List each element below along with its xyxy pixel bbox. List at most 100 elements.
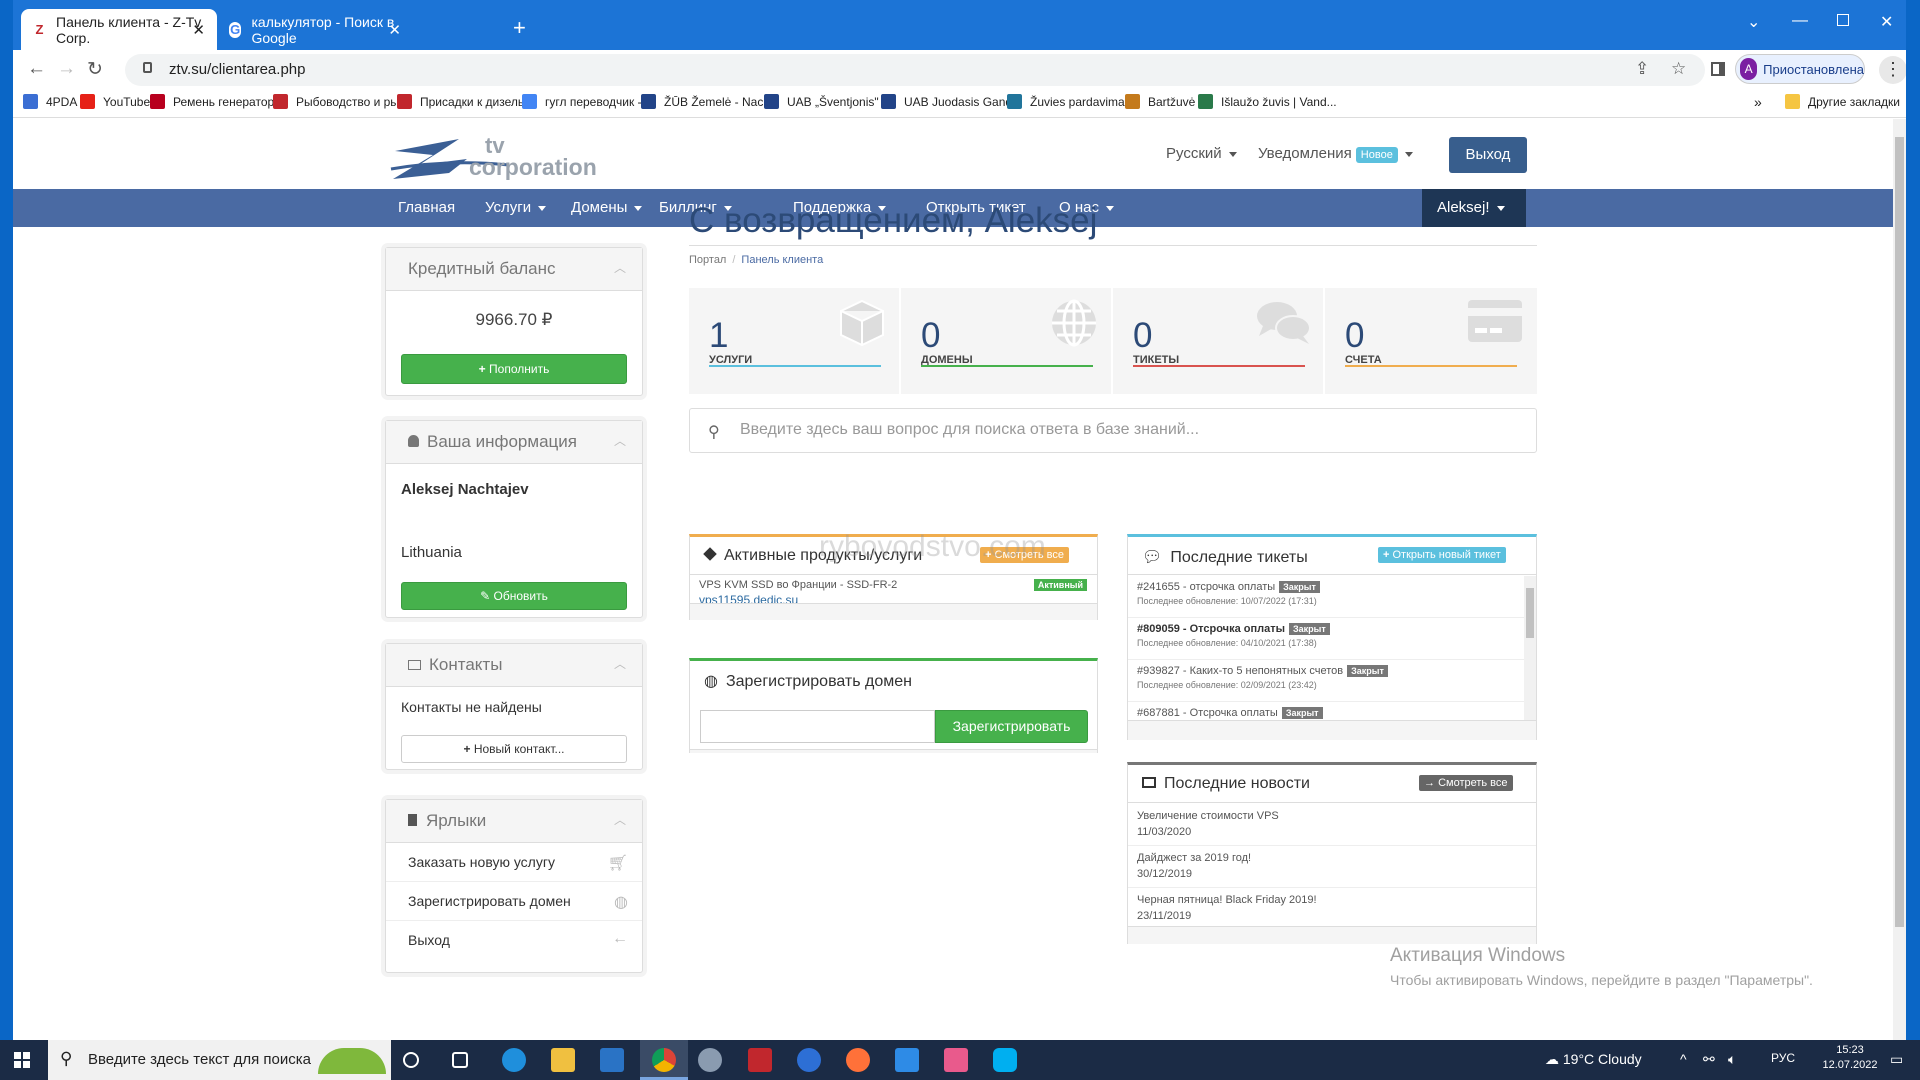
reload-icon[interactable]: ↻: [87, 58, 103, 81]
skype-icon[interactable]: [993, 1048, 1017, 1072]
nav-item[interactable]: Домены: [571, 199, 643, 216]
new-tab-button[interactable]: +: [513, 17, 526, 39]
chevron-up-icon[interactable]: ︿: [614, 432, 626, 449]
bookmark-item[interactable]: Ремень генератор...: [150, 94, 284, 109]
edge-icon[interactable]: [502, 1048, 526, 1072]
other-bookmarks[interactable]: Другие закладки: [1785, 94, 1900, 109]
network-icon[interactable]: ⚯: [1703, 1051, 1715, 1068]
ticket-row[interactable]: #687881 - Отсрочка оплатыЗакрытПоследнее…: [1128, 702, 1524, 720]
stat-domains[interactable]: 0 ДОМЕНЫ: [901, 288, 1113, 394]
bookmark-item[interactable]: UAB Juodasis Gand...: [881, 94, 1022, 109]
breadcrumb-current: Панель клиента: [741, 254, 824, 266]
new-contact-button[interactable]: + Новый контакт...: [401, 735, 627, 763]
tab-close-icon[interactable]: ✕: [192, 21, 205, 39]
volume-icon[interactable]: 🔈︎: [1728, 1051, 1736, 1068]
maximize-icon[interactable]: [1837, 14, 1849, 26]
bookmark-item[interactable]: гугл переводчик -...: [522, 94, 652, 109]
shortcut-order-service[interactable]: Заказать новую услугу 🛒︎: [386, 844, 642, 882]
app-icon[interactable]: [797, 1048, 821, 1072]
bookmark-item[interactable]: Žuvies pardavimas...: [1007, 94, 1141, 109]
back-arrow-icon[interactable]: ←: [27, 58, 46, 80]
bookmark-star-icon[interactable]: ☆: [1671, 59, 1686, 79]
stat-services[interactable]: 1 УСЛУГИ: [689, 288, 901, 394]
news-item[interactable]: Увеличение стоимости VPS 11/03/2020: [1128, 804, 1536, 846]
notification-center-icon[interactable]: ▭: [1890, 1051, 1903, 1068]
browser-menu-icon[interactable]: ⋮: [1879, 56, 1906, 84]
scroll-thumb[interactable]: [1526, 588, 1534, 638]
add-funds-button[interactable]: + Пополнить: [401, 354, 627, 384]
forward-arrow-icon[interactable]: →: [57, 58, 76, 80]
clock[interactable]: 15:23 12.07.2022: [1818, 1044, 1882, 1071]
stat-tickets[interactable]: 0 ТИКЕТЫ: [1113, 288, 1325, 394]
tray-chevron-icon[interactable]: ^: [1680, 1051, 1687, 1067]
tab-search-icon[interactable]: ⌄: [1747, 12, 1760, 32]
bookmark-item[interactable]: YouTube: [80, 94, 150, 109]
filezilla-icon[interactable]: [748, 1048, 772, 1072]
weather-text: 19°C Cloudy: [1562, 1051, 1642, 1067]
user-menu[interactable]: Aleksej!: [1422, 189, 1526, 227]
bookmark-item[interactable]: Bartžuvė: [1125, 94, 1195, 109]
minimize-icon[interactable]: —: [1792, 12, 1808, 30]
bookmark-label: UAB „Šventjonis" -...: [787, 94, 896, 109]
firefox-icon[interactable]: [846, 1048, 870, 1072]
taskbar-search-input[interactable]: ⚲ Введите здесь текст для поиска: [48, 1040, 391, 1080]
chevron-up-icon[interactable]: ︿: [614, 811, 626, 828]
nav-item[interactable]: Главная: [398, 199, 455, 216]
cortana-icon[interactable]: [403, 1052, 419, 1068]
bookmark-item[interactable]: Рыбоводство и ры...: [273, 94, 409, 109]
stat-invoices[interactable]: 0 СЧЕТА: [1325, 288, 1537, 394]
store-icon[interactable]: [600, 1048, 624, 1072]
bookmark-item[interactable]: UAB „Šventjonis" -...: [764, 94, 896, 109]
ztv-logo[interactable]: tv corporation: [389, 129, 619, 191]
file-explorer-icon[interactable]: [551, 1048, 575, 1072]
close-window-icon[interactable]: ✕: [1880, 12, 1893, 32]
mail-icon[interactable]: [895, 1048, 919, 1072]
news-item[interactable]: Дайджест за 2019 год! 30/12/2019: [1128, 846, 1536, 888]
breadcrumb-portal[interactable]: Портал: [689, 254, 726, 266]
input-language[interactable]: РУС: [1771, 1051, 1795, 1065]
open-new-ticket-button[interactable]: + Открыть новый тикет: [1378, 547, 1506, 563]
page-scrollbar[interactable]: [1893, 119, 1906, 1040]
address-bar[interactable]: ztv.su/clientarea.php ⇪ ☆: [125, 54, 1705, 86]
app-icon[interactable]: [944, 1048, 968, 1072]
your-info-panel: Ваша информация ︿ Aleksej Nachtajev Lithu…: [385, 420, 643, 618]
news-item[interactable]: Черная пятница! Black Friday 2019! 23/11/…: [1128, 888, 1536, 930]
logout-button[interactable]: Выход: [1449, 137, 1527, 173]
more-bookmarks-chevron-icon[interactable]: »: [1754, 94, 1762, 110]
notifications-dropdown[interactable]: Уведомления Новое: [1258, 145, 1413, 163]
windows-start-icon[interactable]: [14, 1052, 30, 1068]
task-view-icon[interactable]: [452, 1052, 468, 1068]
bookmark-item[interactable]: Присадки к дизель...: [397, 94, 534, 109]
tab-google-search[interactable]: G калькулятор - Поиск в Google ✕: [217, 9, 413, 50]
chevron-up-icon[interactable]: ︿: [614, 259, 626, 276]
ticket-row[interactable]: #241655 - отсрочка оплаты Закрыт Последнее…: [1128, 576, 1524, 618]
scroll-thumb[interactable]: [1895, 137, 1904, 927]
news-list: Увеличение стоимости VPS 11/03/2020 Дайдже…: [1128, 804, 1536, 932]
bookmark-item[interactable]: ŽŪB Žemelė - Naci...: [641, 94, 776, 109]
chrome-taskbar-button[interactable]: [640, 1040, 688, 1080]
shortcut-logout[interactable]: Выход ←: [386, 922, 642, 960]
share-icon[interactable]: ⇪: [1635, 59, 1649, 79]
domain-input[interactable]: [700, 710, 935, 743]
weather-widget[interactable]: ☁ 19°C Cloudy: [1545, 1051, 1642, 1068]
shortcut-register-domain[interactable]: Зарегистрировать домен ◍: [386, 883, 642, 921]
side-panel-icon[interactable]: [1711, 62, 1725, 76]
ticket-row[interactable]: #809059 - Отсрочка оплаты Закрыт Последнее…: [1128, 618, 1524, 660]
bookmark-item[interactable]: Išlaužo žuvis | Vand...: [1198, 94, 1337, 109]
plus-icon: +: [1383, 549, 1390, 561]
nav-item[interactable]: Услуги: [485, 199, 547, 216]
app-icon[interactable]: [698, 1048, 722, 1072]
update-info-button[interactable]: ✎ Обновить: [401, 582, 627, 610]
chevron-up-icon[interactable]: ︿: [614, 655, 626, 672]
ticket-row[interactable]: #939827 - Каких-то 5 непонятных счетов За…: [1128, 660, 1524, 702]
tab-close-icon[interactable]: ✕: [388, 21, 401, 39]
language-dropdown[interactable]: Русский: [1166, 145, 1237, 162]
kb-search-input[interactable]: ⚲ Введите здесь ваш вопрос для поиска от…: [689, 408, 1537, 453]
register-domain-button[interactable]: Зарегистрировать: [935, 710, 1088, 743]
bookmark-item[interactable]: 4PDA: [23, 94, 77, 109]
profile-button[interactable]: A Приостановлена: [1735, 54, 1865, 84]
tab-client-area[interactable]: Z Панель клиента - Z-Tv Corp. ✕: [21, 9, 217, 50]
url-text[interactable]: ztv.su/clientarea.php: [169, 61, 305, 78]
view-all-news-button[interactable]: → Смотреть все: [1419, 775, 1513, 791]
tickets-scrollbar[interactable]: [1524, 576, 1536, 720]
